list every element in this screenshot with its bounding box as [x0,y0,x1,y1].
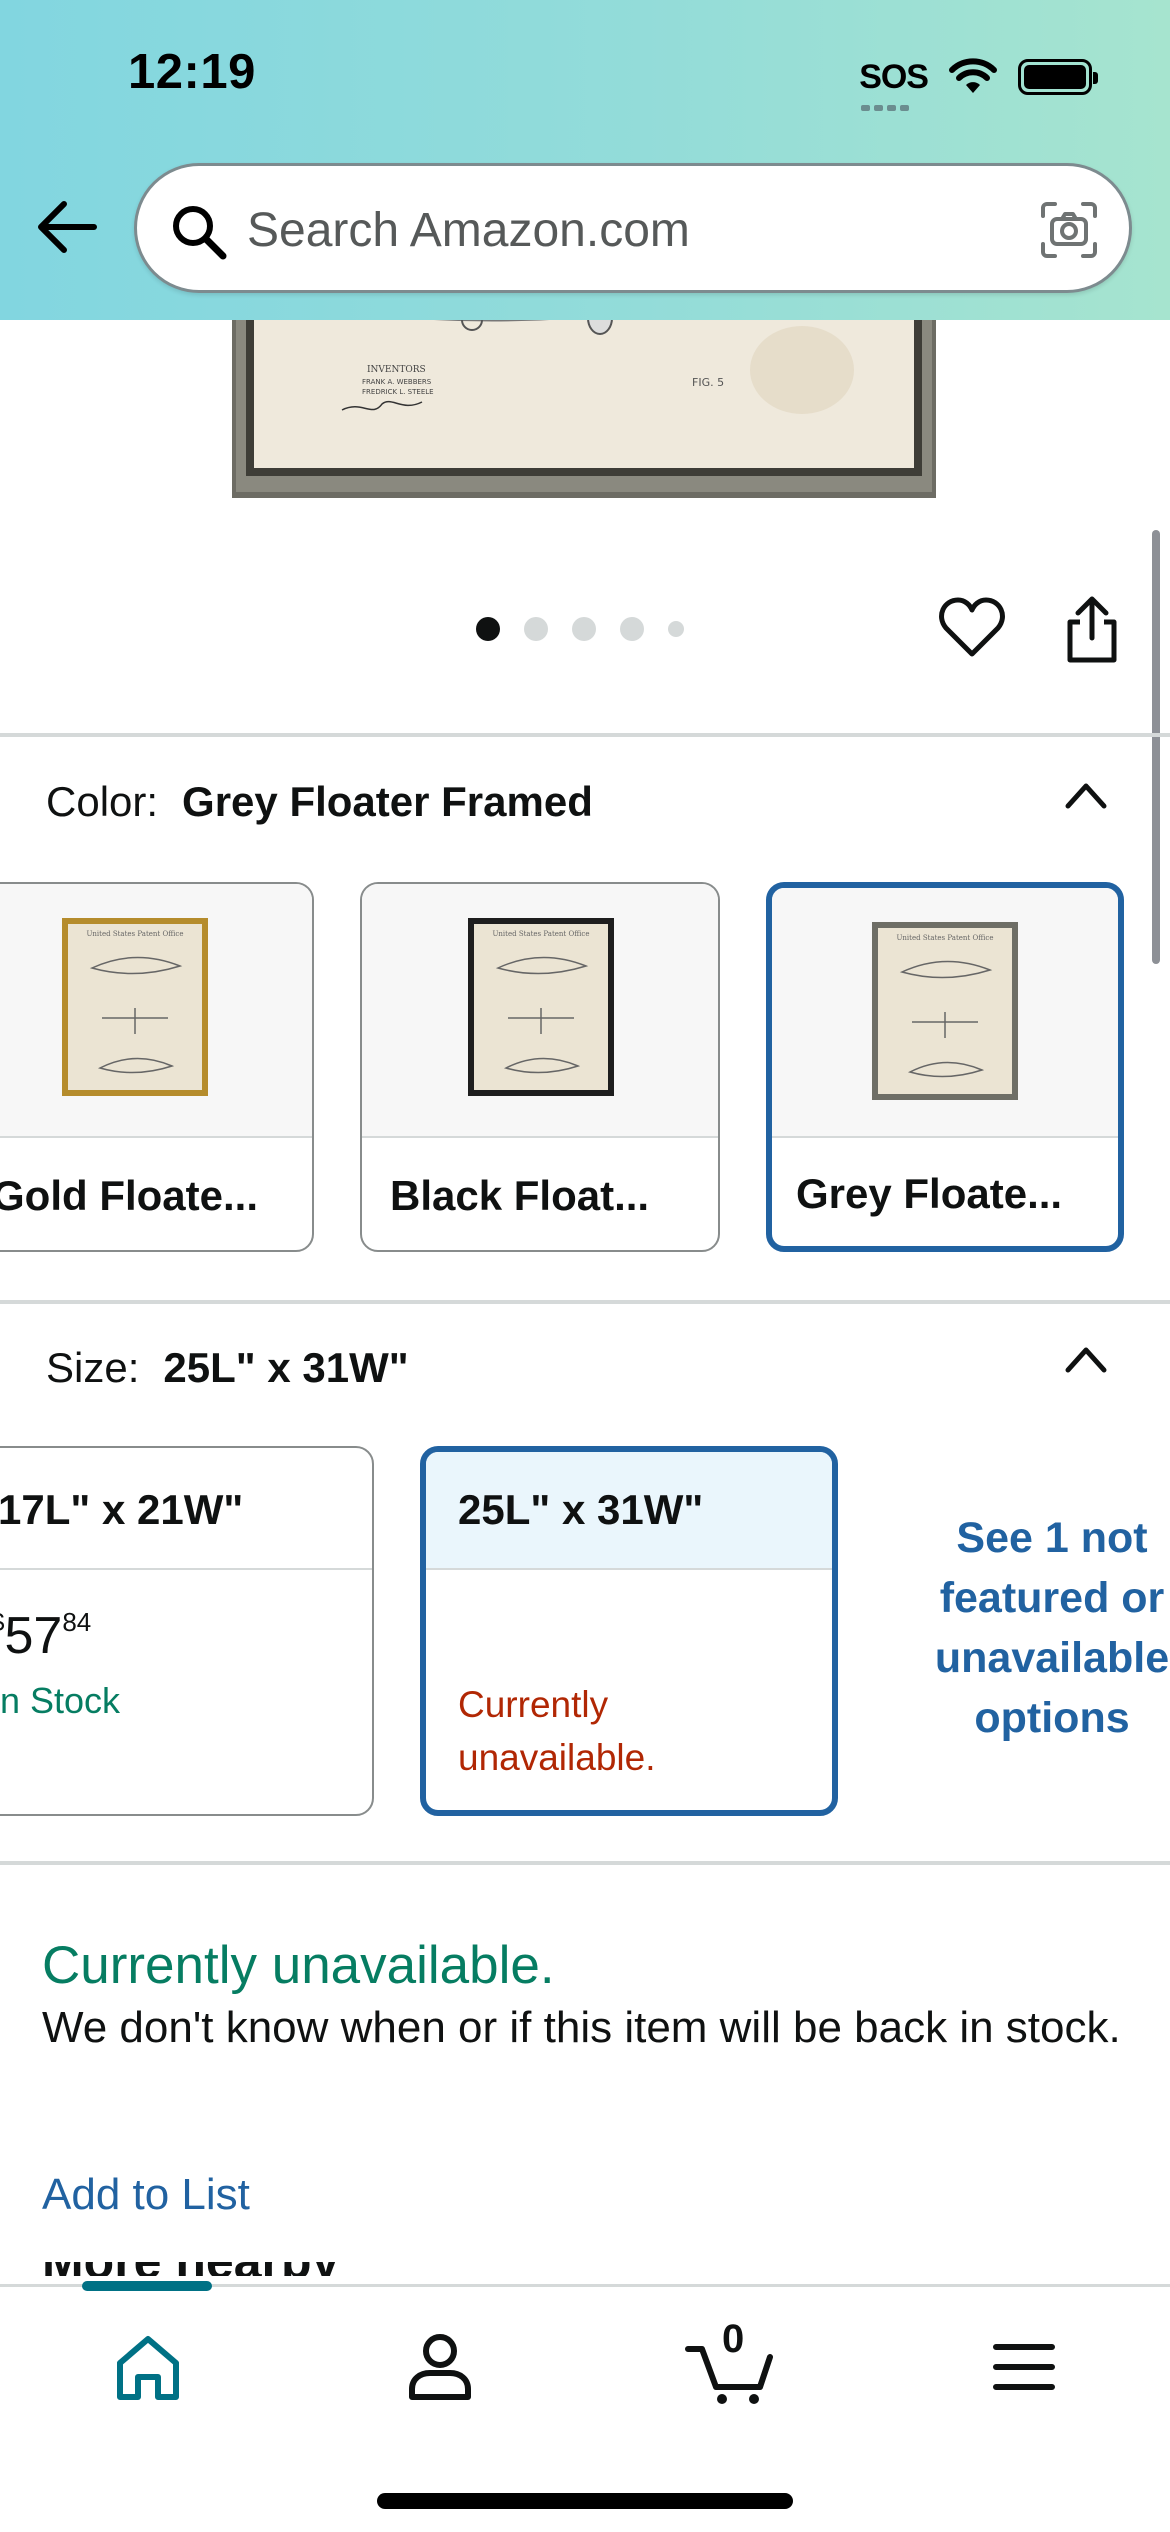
battery-icon [1018,59,1098,95]
back-arrow-icon[interactable] [32,192,102,262]
see-more-options-text: See 1 not featured or unavailable option… [934,1514,1170,1742]
size-option-25x31[interactable]: 25L" x 31W" Currently unavailable. [420,1446,838,1816]
svg-text:FREDRICK L. STEELE: FREDRICK L. STEELE [362,388,434,396]
price-currency: $ [0,1607,4,1637]
print-thumbnail: United States Patent Office [872,922,1018,1100]
camera-scan-icon[interactable] [1039,200,1099,260]
product-image[interactable]: FIG. 5 INVENTORS FRANK A. WEBBERS FREDRI… [232,300,936,498]
account-icon[interactable] [400,2327,480,2407]
bottom-navigation: 0 [0,2281,1170,2532]
color-option-grey[interactable]: United States Patent Office Grey Floate.… [766,882,1124,1252]
image-carousel-dots[interactable] [476,614,684,644]
color-selected-value: Grey Floater Framed [182,778,593,825]
print-thumbnail: United States Patent Office [468,918,614,1096]
carousel-dot[interactable] [476,617,500,641]
divider [0,733,1170,737]
color-label-text: Color: [46,778,159,825]
sos-indicator: SOS [859,57,929,111]
carousel-dot[interactable] [524,617,548,641]
color-option-image: United States Patent Office [772,888,1118,1138]
size-selected-value: 25L" x 31W" [163,1344,409,1391]
search-input[interactable] [247,196,947,264]
carousel-dot[interactable] [620,617,644,641]
signal-dots [861,104,910,111]
svg-text:FIG. 5: FIG. 5 [692,376,724,389]
stock-status: Currently unavailable. [458,1684,656,1778]
divider [0,1300,1170,1304]
size-option-17x21[interactable]: 17L" x 21W" $5784 In Stock [0,1446,374,1816]
size-option-dimensions: 17L" x 21W" [0,1486,244,1533]
color-option-name: Grey Floate... [796,1170,1063,1217]
price-fraction: 84 [62,1607,92,1637]
price-whole: 57 [4,1607,63,1665]
home-indicator-bar [377,2493,793,2509]
search-icon [173,206,227,260]
availability-message: We don't know when or if this item will … [42,2003,1121,2052]
divider [0,1861,1170,1865]
chevron-up-icon[interactable] [1062,778,1110,812]
svg-text:United States Patent Office: United States Patent Office [493,930,590,938]
svg-text:INVENTORS: INVENTORS [367,365,426,375]
cart-count-badge: 0 [722,2317,745,2361]
stock-status: In Stock [0,1680,121,1721]
share-icon[interactable] [1062,594,1122,664]
scrollbar[interactable] [1152,530,1160,964]
size-option-header: 25L" x 31W" [426,1452,832,1570]
top-header: 12:19 SOS [0,0,1170,320]
carousel-dot[interactable] [572,617,596,641]
heart-icon[interactable] [938,596,1006,660]
chevron-up-icon[interactable] [1062,1342,1110,1376]
sos-label: SOS [859,57,929,96]
svg-text:United States Patent Office: United States Patent Office [897,934,994,942]
status-time: 12:19 [128,45,256,99]
add-to-list-link[interactable]: Add to List [42,2170,250,2220]
status-icons: SOS [859,52,1098,111]
size-option-header: 17L" x 21W" [0,1448,372,1570]
active-tab-indicator [82,2281,212,2291]
color-option-name: Gold Floate... [0,1172,259,1219]
menu-icon[interactable] [984,2327,1064,2407]
color-option-name: Black Float... [390,1172,650,1219]
print-thumbnail: United States Patent Office [62,918,208,1096]
color-option-black[interactable]: United States Patent Office Black Float.… [360,882,720,1252]
availability-status: Currently unavailable. [42,1936,555,1995]
size-option-dimensions: 25L" x 31W" [458,1486,704,1533]
next-section-heading: More nearby [42,2262,422,2276]
color-option-image: United States Patent Office [362,884,718,1138]
svg-text:United States Patent Office: United States Patent Office [87,930,184,938]
svg-text:FRANK A. WEBBERS: FRANK A. WEBBERS [362,378,432,386]
color-option-image: United States Patent Office [0,884,312,1138]
size-option-price: $5784 [0,1606,91,1666]
size-label: Size: 25L" x 31W" [46,1344,409,1392]
color-option-gold[interactable]: United States Patent Office Gold Floate.… [0,882,314,1252]
size-label-text: Size: [46,1344,140,1391]
see-more-options-link[interactable]: See 1 not featured or unavailable option… [914,1508,1170,1748]
next-section-heading-text: More nearby [42,2262,422,2276]
carousel-dot[interactable] [668,621,684,637]
wifi-icon [949,58,997,93]
home-icon[interactable] [108,2327,188,2407]
search-bar[interactable] [134,163,1132,293]
color-label: Color: Grey Floater Framed [46,778,593,826]
